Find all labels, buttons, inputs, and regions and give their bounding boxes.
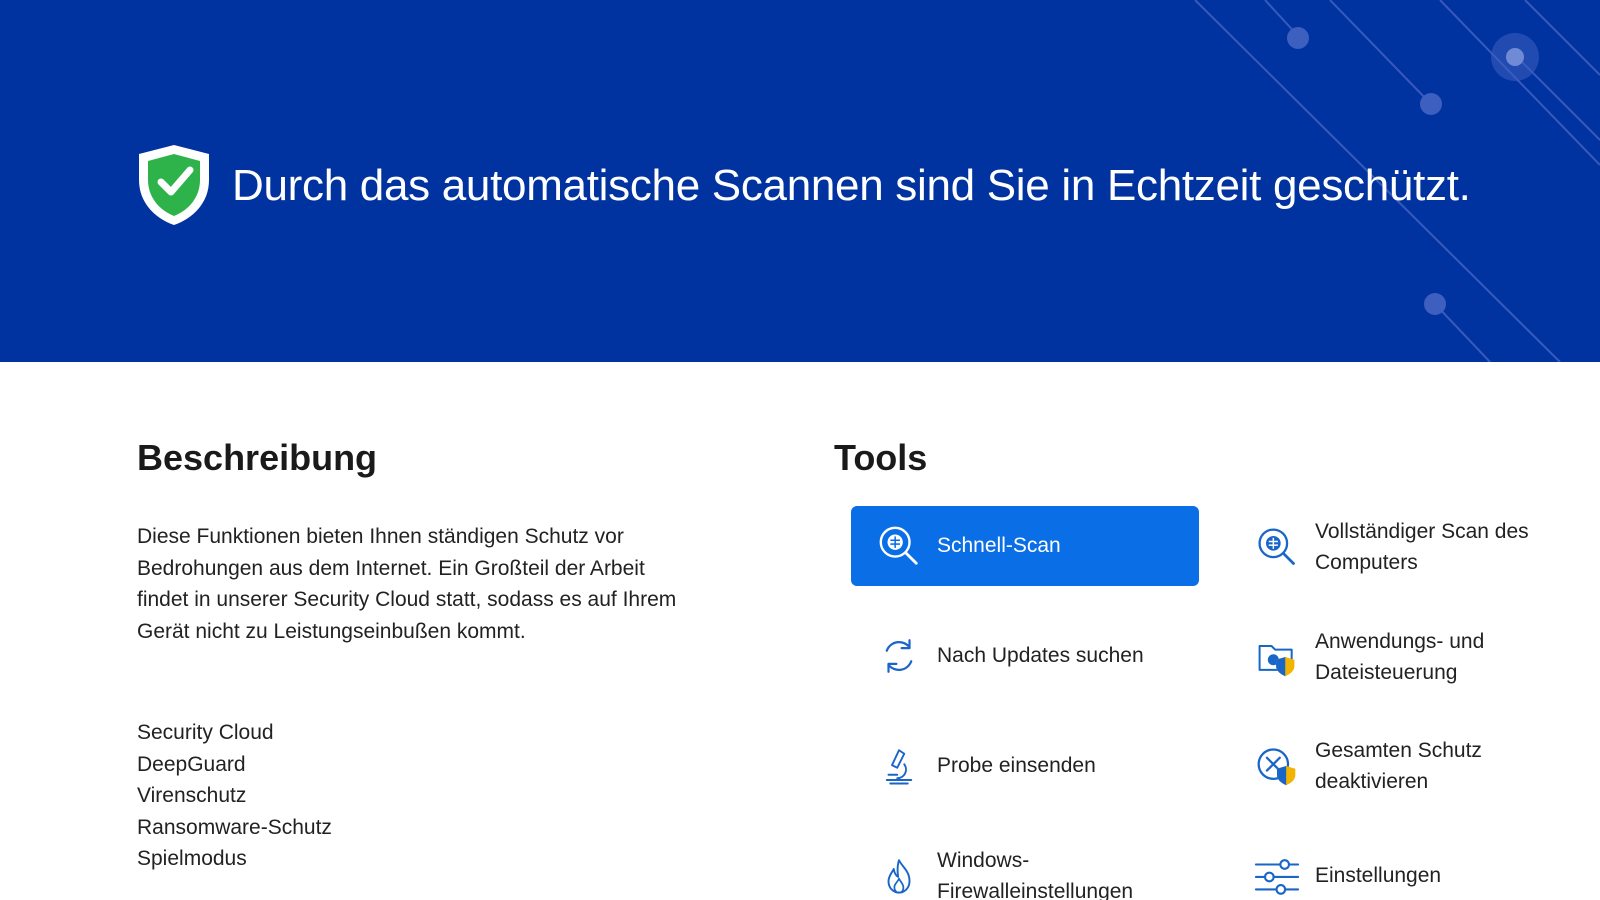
feature-item: Virenschutz [137,784,247,807]
quick-scan-label: Schnell-Scan [937,534,1061,558]
feature-item: Security Cloud [137,721,274,744]
disable-protection-label: Gesamten Schutz deaktivieren [1315,738,1482,794]
feature-list: Security Cloud DeepGuard Virenschutz Ran… [137,717,332,875]
description-heading: Beschreibung [137,437,378,478]
full-scan-icon [1253,523,1301,571]
tools-heading: Tools [834,437,928,478]
full-scan-label: Vollständiger Scan des Computers [1315,519,1529,575]
microscope-icon [875,742,923,790]
description-text: Diese Funktionen bieten Ihnen ständigen … [137,525,677,643]
quick-scan-icon [875,522,923,570]
refresh-icon [875,632,923,680]
banner-title: Durch das automatische Scannen sind Sie … [232,161,1471,210]
disable-protection-icon [1253,742,1301,790]
protection-page: Durch das automatische Scannen sind Sie … [0,0,1600,900]
settings-label: Einstellungen [1315,864,1442,888]
firewall-icon [875,852,923,900]
disable-protection-button[interactable]: Gesamten Schutz deaktivieren [1253,733,1573,799]
full-scan-button[interactable]: Vollständiger Scan des Computers [1253,514,1573,580]
app-file-control-label: Anwendungs- und Dateisteuerung [1315,629,1485,685]
status-banner: Durch das automatische Scannen sind Sie … [0,0,1600,362]
settings-button[interactable]: Einstellungen [1253,850,1573,900]
shield-check-icon [139,145,209,225]
quick-scan-button[interactable]: Schnell-Scan [851,506,1199,586]
folder-shield-icon [1253,633,1301,681]
firewall-settings-button[interactable]: Windows-Firewalleinstellungen [875,843,1215,900]
sliders-icon [1253,852,1301,900]
submit-sample-button[interactable]: Probe einsenden [875,740,1215,792]
feature-item: Spielmodus [137,847,247,870]
submit-sample-label: Probe einsenden [937,754,1096,778]
check-updates-button[interactable]: Nach Updates suchen [875,630,1215,682]
feature-item: DeepGuard [137,752,246,776]
feature-item: Ransomware-Schutz [137,815,332,839]
check-updates-label: Nach Updates suchen [937,644,1144,668]
app-file-control-button[interactable]: Anwendungs- und Dateisteuerung [1253,624,1573,690]
firewall-settings-label: Windows-Firewalleinstellungen [937,848,1134,900]
